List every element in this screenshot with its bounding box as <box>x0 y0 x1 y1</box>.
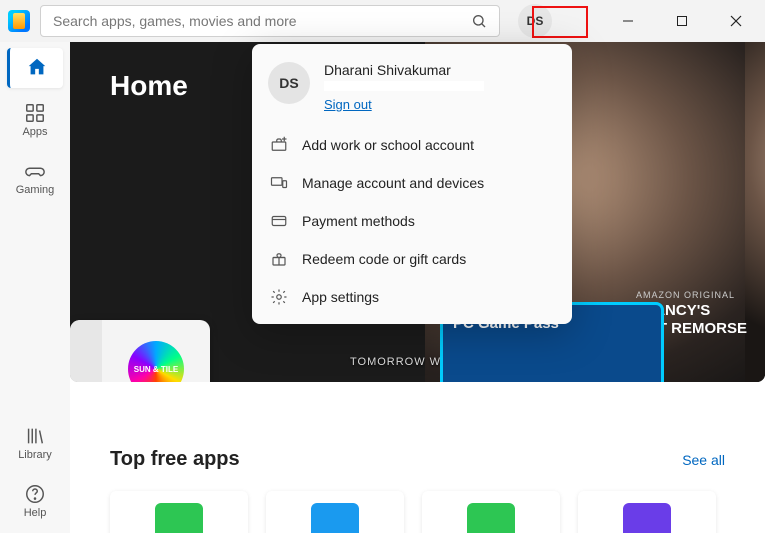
menu-item-label: Payment methods <box>302 213 415 229</box>
app-card[interactable] <box>422 491 560 533</box>
app-card-row <box>70 491 765 533</box>
menu-item-label: App settings <box>302 289 379 305</box>
help-icon <box>24 483 46 505</box>
app-tile-icon <box>155 503 203 533</box>
menu-item-label: Redeem code or gift cards <box>302 251 466 267</box>
home-icon <box>26 56 48 78</box>
app-card[interactable] <box>578 491 716 533</box>
section-title: Top free apps <box>110 448 240 471</box>
sidebar-item-home[interactable] <box>7 48 63 88</box>
menu-redeem-code[interactable]: Redeem code or gift cards <box>252 240 572 278</box>
titlebar: DS <box>0 0 765 42</box>
app-tile-icon <box>467 503 515 533</box>
sidebar-item-label: Library <box>18 449 52 461</box>
sidebar-item-library[interactable]: Library <box>7 417 63 469</box>
search-icon[interactable] <box>467 9 491 33</box>
menu-add-work-school[interactable]: Add work or school account <box>252 126 572 164</box>
sidebar-item-label: Gaming <box>16 184 55 196</box>
hero-thumbnail-app[interactable]: SUN & TILE <box>70 320 210 382</box>
search-input[interactable] <box>53 13 467 29</box>
sidebar-item-gaming[interactable]: Gaming <box>7 152 63 204</box>
gear-icon <box>270 288 288 306</box>
apps-icon <box>24 102 46 124</box>
menu-item-label: Add work or school account <box>302 137 474 153</box>
hero-amazon-label: AMAZON ORIGINAL <box>636 290 735 300</box>
gaming-icon <box>24 160 46 182</box>
see-all-link[interactable]: See all <box>682 452 725 468</box>
app-tile-icon <box>623 503 671 533</box>
user-avatar-button[interactable]: DS <box>518 4 552 38</box>
menu-manage-account[interactable]: Manage account and devices <box>252 164 572 202</box>
library-icon <box>24 425 46 447</box>
app-tile-icon <box>311 503 359 533</box>
store-app-icon <box>8 10 30 32</box>
menu-payment-methods[interactable]: Payment methods <box>252 202 572 240</box>
menu-item-label: Manage account and devices <box>302 175 484 191</box>
sidebar-item-label: Help <box>24 507 47 519</box>
gift-icon <box>270 250 288 268</box>
minimize-button[interactable] <box>605 5 651 37</box>
sidebar-item-label: Apps <box>22 126 47 138</box>
sidebar-item-help[interactable]: Help <box>7 475 63 527</box>
close-button[interactable] <box>713 5 759 37</box>
hero-background-image-2 <box>745 42 765 382</box>
card-icon <box>270 212 288 230</box>
app-card[interactable] <box>110 491 248 533</box>
maximize-button[interactable] <box>659 5 705 37</box>
sidebar-item-apps[interactable]: Apps <box>7 94 63 146</box>
devices-icon <box>270 174 288 192</box>
account-popover: DS Dharani Shivakumar Sign out Add work … <box>252 44 572 324</box>
account-email-redacted <box>324 81 484 91</box>
account-name: Dharani Shivakumar <box>324 62 484 78</box>
search-box[interactable] <box>40 5 500 37</box>
app-card[interactable] <box>266 491 404 533</box>
sign-out-link[interactable]: Sign out <box>324 97 372 112</box>
briefcase-icon <box>270 136 288 154</box>
menu-app-settings[interactable]: App settings <box>252 278 572 316</box>
sidebar: Apps Gaming Library Help <box>0 42 70 533</box>
popover-avatar-icon: DS <box>268 62 310 104</box>
